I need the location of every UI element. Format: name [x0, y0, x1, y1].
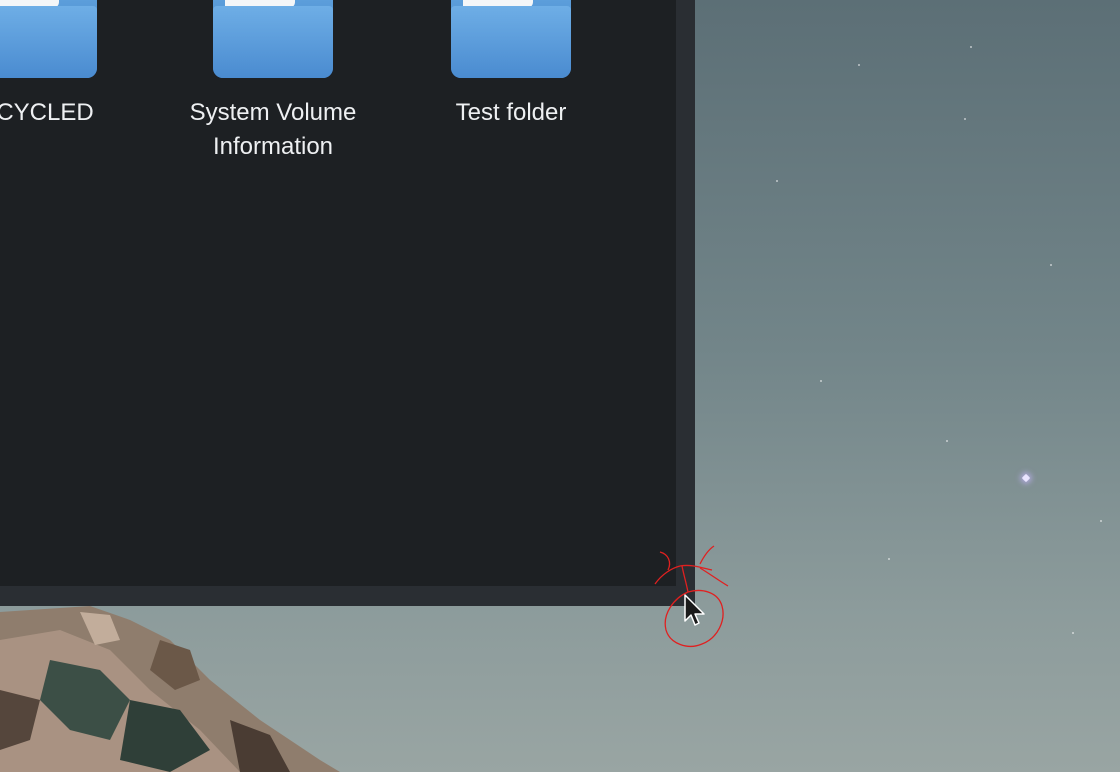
folder-item-ecycled[interactable]: ECYCLED — [0, 0, 137, 130]
file-view: ECYCLED System Volume Information Test f… — [0, 0, 676, 586]
folder-item-system-volume-information[interactable]: System Volume Information — [173, 0, 373, 164]
folder-label: Test folder — [455, 99, 567, 126]
folder-icon — [213, 0, 333, 78]
folder-label: System Volume Information — [189, 99, 357, 160]
folder-icon — [0, 0, 97, 78]
file-manager-window: ECYCLED System Volume Information Test f… — [0, 0, 695, 606]
mouse-pointer-icon — [684, 594, 705, 626]
folder-item-test-folder[interactable]: Test folder — [411, 0, 611, 130]
vertical-scrollbar[interactable] — [676, 0, 695, 586]
folder-label: ECYCLED — [0, 99, 94, 126]
folder-icon — [451, 0, 571, 78]
horizontal-scrollbar[interactable] — [0, 586, 695, 606]
